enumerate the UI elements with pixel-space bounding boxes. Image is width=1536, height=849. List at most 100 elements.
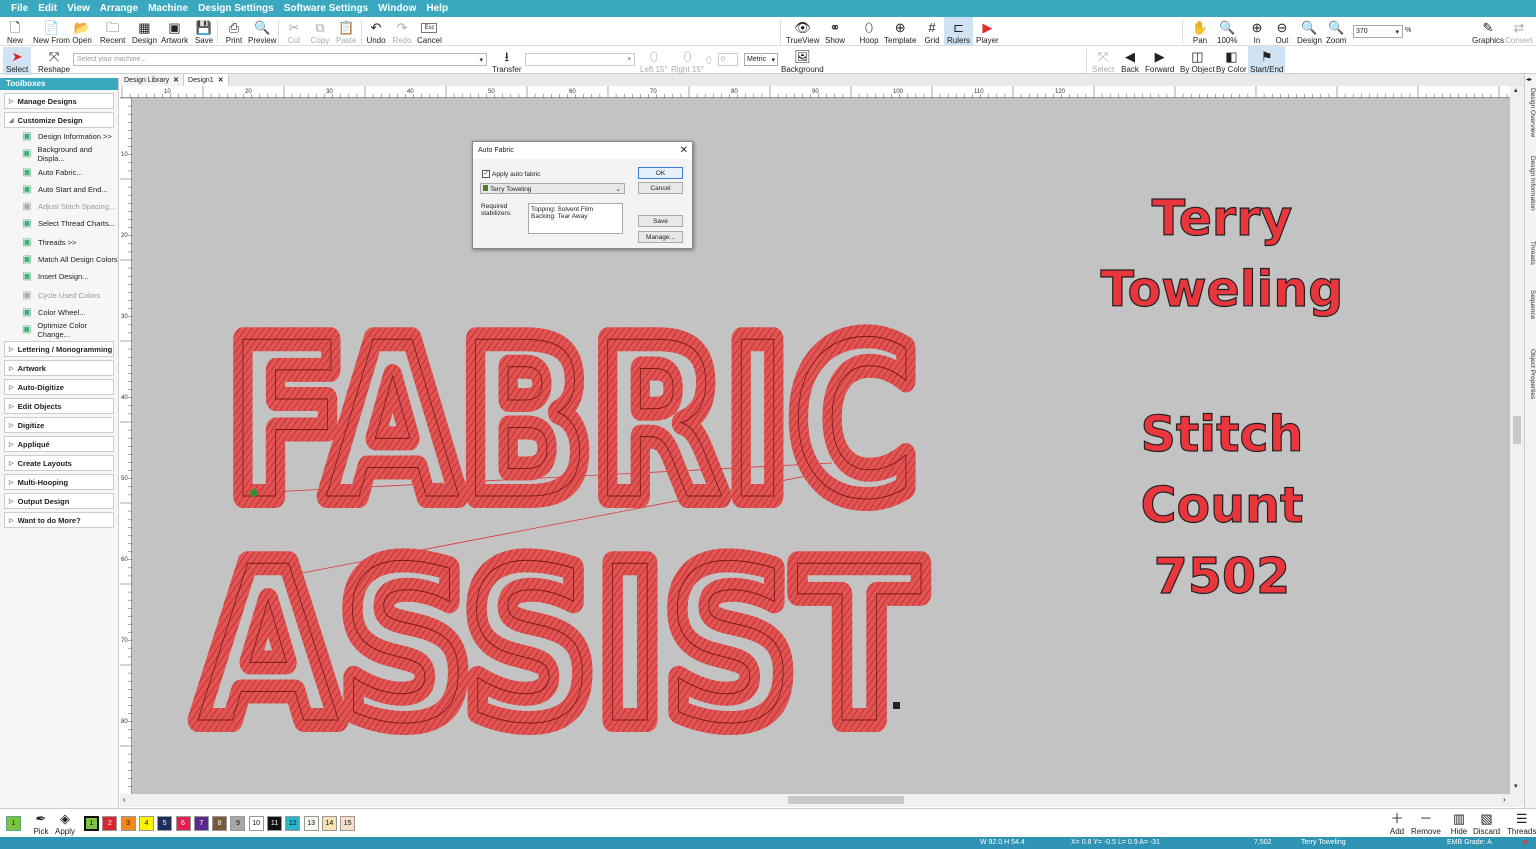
scroll-up-icon[interactable]: ▴ [1514, 86, 1518, 94]
rotate-angle-input[interactable]: 0 [718, 53, 738, 66]
zoom-button[interactable]: 🔍 Zoom [1326, 19, 1346, 45]
select-tool-button[interactable]: ➤ Select [3, 47, 32, 75]
section-manage-designs[interactable]: ▷ Manage Designs [4, 93, 114, 109]
pick-button[interactable]: ✒ Pick [31, 810, 51, 836]
background-button[interactable]: 🖼 Background [781, 48, 824, 74]
section-digitize[interactable]: ▷ Digitize [4, 417, 114, 433]
back-button[interactable]: ◀ Back [1120, 48, 1140, 74]
color-swatch[interactable]: 2 [102, 816, 118, 831]
design-button[interactable]: ▦ Design [132, 19, 157, 45]
artwork-button[interactable]: ▣ Artwork [161, 19, 188, 45]
color-swatch[interactable]: 1 [84, 816, 99, 831]
color-swatch[interactable]: 6 [175, 816, 191, 831]
section-auto-digitize[interactable]: ▷ Auto-Digitize [4, 379, 114, 395]
design-canvas[interactable]: FABRIC FABRIC ASSIST ASSIST Terry Toweli… [132, 98, 1510, 794]
toolbox-item-11[interactable]: ▣ Optimize Color Change... [4, 321, 118, 339]
horizontal-scroll-thumb[interactable] [788, 796, 904, 804]
by-color-button[interactable]: ◧ By Color [1216, 48, 1247, 74]
print-button[interactable]: ⎙ Print [224, 19, 244, 45]
hide-button[interactable]: ▥ Hide [1449, 810, 1469, 836]
color-swatch[interactable]: 7 [193, 816, 209, 831]
color-swatch[interactable]: 10 [248, 816, 264, 831]
panel-arrows-icon[interactable]: ◂▸ [1526, 76, 1532, 83]
menu-item-edit[interactable]: Edit [33, 3, 62, 14]
save-fabric-button[interactable]: Save [638, 215, 683, 227]
threads-button[interactable]: ☰ Threads [1507, 810, 1536, 836]
color-swatch[interactable]: 12 [285, 816, 301, 831]
section-want-to-do-more-[interactable]: ▷ Want to do More? [4, 512, 114, 528]
toolbox-item-6[interactable]: ▣ Threads >> [4, 234, 118, 251]
menu-item-help[interactable]: Help [421, 3, 453, 14]
save-button[interactable]: 💾 Save [194, 19, 214, 45]
sequence-select-button[interactable]: ⤧ Select [1092, 48, 1114, 74]
tab-design1[interactable]: Design1 ✕ [184, 74, 229, 86]
color-swatch[interactable]: 15 [340, 816, 356, 831]
color-swatch[interactable]: 14 [321, 816, 337, 831]
new-button[interactable]: 🗋 New [5, 19, 25, 45]
transfer-button[interactable]: ⭳ Transfer [492, 48, 522, 74]
toolbox-item-2[interactable]: ▣ Auto Fabric... [4, 164, 118, 181]
color-swatch[interactable]: 4 [138, 816, 154, 831]
fabric-type-select[interactable]: Terry Toweling ⌄ [480, 183, 625, 194]
toolbox-item-9[interactable]: ▣ Cycle Used Colors [4, 287, 118, 304]
start-point-marker[interactable] [250, 489, 258, 497]
vertical-scroll-thumb[interactable] [1513, 416, 1521, 444]
trueview-button[interactable]: 👁 TrueView [786, 19, 819, 45]
recent-button[interactable]: 🗀 Recent [100, 19, 125, 45]
menu-item-machine[interactable]: Machine [143, 3, 193, 14]
preview-button[interactable]: 🔍 Preview [248, 19, 276, 45]
rotate-left-button[interactable]: ⬯ Left 15° [640, 48, 668, 74]
section-edit-objects[interactable]: ▷ Edit Objects [4, 398, 114, 414]
add-color-button[interactable]: ＋ Add [1387, 810, 1407, 836]
zoom-100-button[interactable]: 🔍 100% [1217, 19, 1237, 45]
toolbox-item-7[interactable]: ▣ Match All Design Colors [4, 251, 118, 268]
forward-button[interactable]: ▶ Forward [1145, 48, 1174, 74]
section-lettering-monogramming[interactable]: ▷ Lettering / Monogramming [4, 341, 114, 357]
close-icon[interactable]: ✕ [680, 145, 688, 156]
color-swatch[interactable]: 3 [120, 816, 136, 831]
zoom-out-button[interactable]: ⊖ Out [1272, 19, 1292, 45]
tab-design-library[interactable]: Design Library ✕ [120, 74, 185, 86]
machine-select[interactable]: Select your machine... ▾ [73, 53, 487, 66]
close-tab-icon[interactable]: ✕ [218, 76, 224, 84]
color-swatch[interactable]: 11 [267, 816, 282, 831]
scroll-right-icon[interactable]: › [1503, 795, 1506, 804]
template-button[interactable]: ⊕ Template [884, 19, 916, 45]
reshape-tool-button[interactable]: ⤧ Reshape [38, 48, 70, 74]
section-output-design[interactable]: ▷ Output Design [4, 493, 114, 509]
menu-item-software-settings[interactable]: Software Settings [279, 3, 373, 14]
grid-button[interactable]: # Grid [922, 19, 942, 45]
toolbox-item-8[interactable]: ▣ Insert Design... [4, 268, 118, 285]
close-tab-icon[interactable]: ✕ [173, 76, 179, 84]
toolbox-item-0[interactable]: ▣ Design Information >> [4, 128, 118, 145]
section-customize-design[interactable]: ◢ Customize Design [4, 112, 114, 128]
redo-button[interactable]: ↷ Redo [392, 19, 412, 45]
show-button[interactable]: ⚭ Show [825, 19, 845, 45]
toolbox-item-3[interactable]: ▣ Auto Start and End... [4, 181, 118, 198]
new-from-button[interactable]: 📄 New From [33, 19, 70, 45]
cut-button[interactable]: ✂ Cut [284, 19, 304, 45]
hoop-button[interactable]: ⬯ Hoop [859, 19, 879, 45]
apply-button[interactable]: ◈ Apply [55, 810, 75, 836]
toolbox-item-4[interactable]: ▣ Adjust Stitch Spacing... [4, 198, 118, 215]
tab-object-properties[interactable]: Object Properties [1526, 349, 1536, 399]
section-artwork[interactable]: ▷ Artwork [4, 360, 114, 376]
open-button[interactable]: 📂 Open [72, 19, 92, 45]
section-multi-hooping[interactable]: ▷ Multi-Hooping [4, 474, 114, 490]
apply-auto-fabric-checkbox[interactable]: ✓ Apply auto fabric [482, 170, 540, 178]
by-object-button[interactable]: ◫ By Object [1180, 48, 1215, 74]
menu-item-design-settings[interactable]: Design Settings [193, 3, 279, 14]
tab-design-overview[interactable]: Design Overview [1526, 88, 1536, 137]
remove-color-button[interactable]: － Remove [1411, 810, 1441, 836]
scroll-down-icon[interactable]: ▾ [1514, 782, 1518, 790]
menu-item-file[interactable]: File [6, 3, 33, 14]
section-appliqu-[interactable]: ▷ Appliqué [4, 436, 114, 452]
tab-design-information[interactable]: Design Information [1526, 156, 1536, 211]
player-button[interactable]: ▶ Player [976, 19, 999, 45]
color-swatch[interactable]: 5 [157, 816, 173, 831]
zoom-value-input[interactable]: 370 ▾ [1353, 25, 1403, 38]
horizontal-scrollbar[interactable]: ‹ › [120, 794, 1524, 807]
units-select[interactable]: Metric ▾ [744, 53, 778, 66]
current-color-swatch[interactable]: 1 [6, 816, 21, 831]
menu-item-window[interactable]: Window [373, 3, 421, 14]
